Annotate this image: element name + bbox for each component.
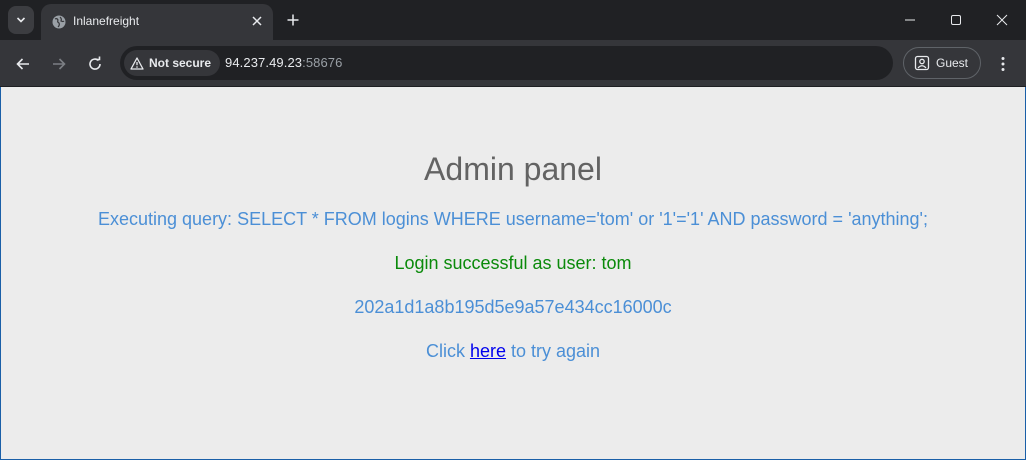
forward-button[interactable] bbox=[46, 51, 72, 77]
profile-label: Guest bbox=[936, 56, 969, 70]
tab-active[interactable]: Inlanefreight bbox=[41, 4, 273, 40]
security-indicator[interactable]: Not secure bbox=[124, 50, 221, 76]
page-content: Admin panel Executing query: SELECT * FR… bbox=[1, 87, 1025, 459]
reload-icon bbox=[89, 56, 101, 70]
query-text: Executing query: SELECT * FROM logins WH… bbox=[97, 209, 928, 229]
tab-search-button[interactable] bbox=[8, 6, 34, 34]
back-arrow-icon bbox=[16, 58, 29, 70]
tab-close-button[interactable] bbox=[248, 12, 266, 30]
url-host: 94.237.49.23 bbox=[225, 55, 303, 70]
retry-suffix: to try again bbox=[505, 341, 601, 361]
minimize-button[interactable] bbox=[887, 0, 933, 40]
login-success-message: Login successful as user: tom bbox=[394, 253, 632, 273]
security-label: Not secure bbox=[149, 56, 212, 70]
profile-icon bbox=[914, 55, 930, 71]
reload-button[interactable] bbox=[82, 51, 108, 77]
close-window-button[interactable] bbox=[979, 0, 1025, 40]
tab-title: Inlanefreight bbox=[73, 14, 140, 28]
new-tab-button[interactable] bbox=[282, 9, 304, 31]
plus-icon bbox=[287, 14, 299, 26]
retry-message: Click here to try again bbox=[1, 341, 1025, 362]
maximize-button[interactable] bbox=[933, 0, 979, 40]
flag-hash: 202a1d1a8b195d5e9a57e434cc16000c bbox=[354, 297, 672, 317]
minimize-icon bbox=[905, 19, 915, 21]
close-icon bbox=[252, 16, 262, 26]
page-title: Admin panel bbox=[424, 151, 602, 187]
forward-arrow-icon bbox=[53, 58, 66, 70]
kebab-menu-icon bbox=[1001, 57, 1005, 71]
maximize-icon bbox=[951, 15, 961, 25]
browser-menu-button[interactable] bbox=[990, 51, 1016, 77]
address-bar[interactable]: Not secure 94.237.49.23:58676 bbox=[120, 46, 893, 80]
profile-button[interactable]: Guest bbox=[903, 47, 981, 79]
warning-icon bbox=[130, 56, 144, 70]
url-port: :58676 bbox=[302, 55, 343, 70]
url-text[interactable]: 94.237.49.23:58676 bbox=[225, 55, 342, 70]
chevron-down-icon bbox=[16, 17, 26, 23]
tab-strip: Inlanefreight bbox=[0, 0, 1026, 40]
close-icon bbox=[996, 14, 1008, 26]
browser-toolbar: Not secure 94.237.49.23:58676 Guest bbox=[0, 40, 1026, 87]
globe-icon bbox=[52, 15, 66, 29]
back-button[interactable] bbox=[10, 51, 36, 77]
retry-link[interactable]: here bbox=[470, 341, 506, 361]
retry-prefix: Click bbox=[425, 341, 470, 361]
